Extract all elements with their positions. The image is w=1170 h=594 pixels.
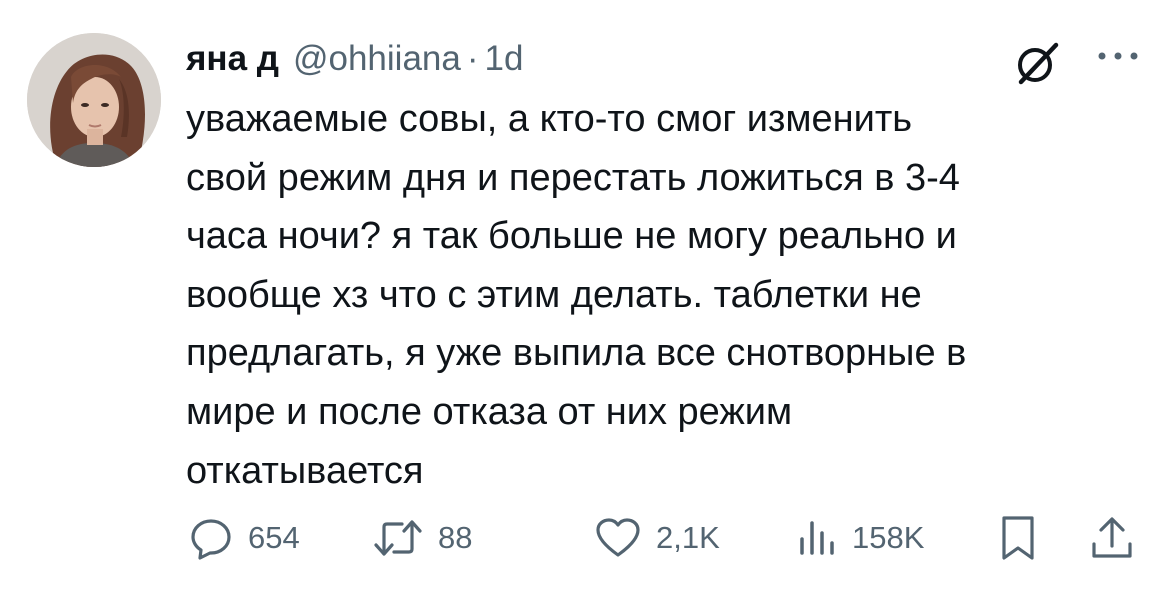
bookmark-button[interactable] [998,510,1052,566]
bookmark-icon [1002,516,1034,560]
tweet-text-line: вообще хз что с этим делать. таблетки не [186,273,922,316]
tweet-header: яна д @ohhiiana · 1d [186,34,523,84]
heart-icon [596,518,640,557]
tweet[interactable]: яна д @ohhiiana · 1d уважаемые совы, а к… [0,0,1170,594]
reply-icon [191,519,231,560]
avatar[interactable] [27,33,161,167]
reply-button[interactable]: 654 [188,510,300,566]
views-button[interactable]: 158K [796,510,924,566]
timestamp[interactable]: 1d [485,39,524,79]
views-count: 158K [852,520,925,555]
retweet-count: 88 [438,520,473,555]
views-icon [800,521,834,555]
tweet-text-line: свой режим дня и перестать ложиться в 3-… [186,156,960,199]
author-name[interactable]: яна д [186,39,279,79]
reply-count: 654 [248,520,300,555]
action-bar: 654 88 2,1K 158K [0,510,1170,566]
tweet-text: уважаемые совы, а кто-то смог изменить с… [186,90,1146,500]
share-icon [1092,517,1132,558]
author-handle[interactable]: @ohhiiana [293,39,461,79]
like-button[interactable]: 2,1K [594,510,720,566]
tweet-text-line: откатывается [186,449,424,492]
tweet-text-line: мире и после отказа от них режим [186,390,793,433]
retweet-button[interactable]: 88 [372,510,472,566]
more-icon[interactable] [1094,44,1142,68]
tweet-text-line: уважаемые совы, а кто-то смог изменить [186,98,913,140]
separator-dot: · [466,39,479,78]
grok-icon[interactable] [1012,38,1062,88]
like-count: 2,1K [656,520,720,555]
share-button[interactable] [1090,510,1148,566]
tweet-text-line: часа ночи? я так больше не могу реально … [186,215,957,258]
tweet-text-line: предлагать, я уже выпила все снотворные … [186,332,967,375]
avatar-photo [27,33,161,167]
retweet-icon [374,520,422,556]
